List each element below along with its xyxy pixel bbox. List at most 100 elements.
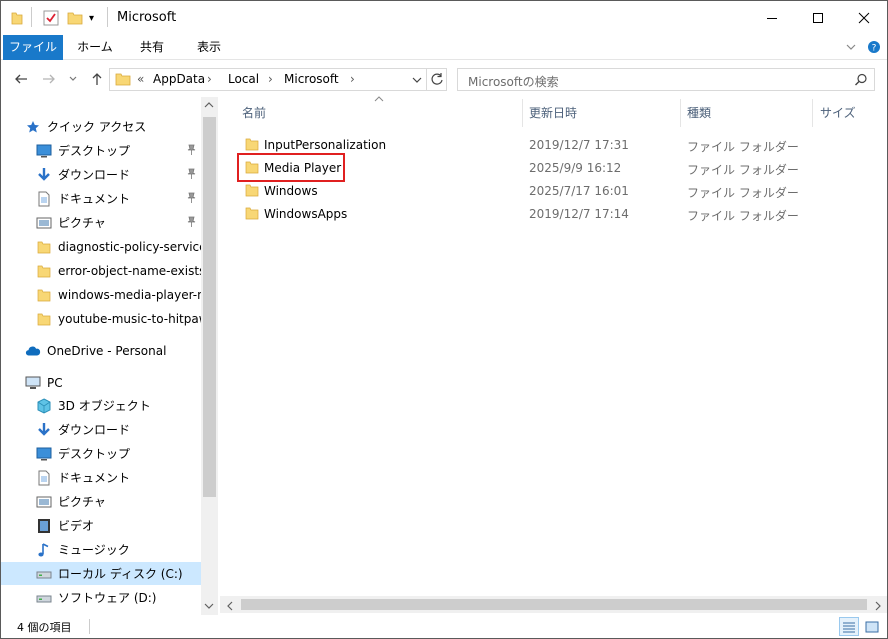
column-header-name[interactable]: 名前 [242, 101, 266, 126]
file-type: ファイル フォルダー [687, 163, 799, 177]
desktop-icon [36, 143, 52, 159]
search-input[interactable]: Microsoftの検索 [457, 68, 875, 91]
nav-pc-item[interactable]: デスクトップ [1, 442, 201, 465]
ribbon: ファイル ホーム 共有 表示 ? [1, 35, 887, 60]
file-name: WindowsApps [264, 207, 348, 221]
status-bar: 4 個の項目 [1, 615, 887, 638]
drive-icon [36, 566, 52, 582]
nav-item-label: ピクチャ [58, 216, 106, 230]
up-button[interactable] [87, 69, 107, 89]
nav-quick-item[interactable]: デスクトップ [1, 139, 201, 162]
close-button[interactable] [841, 1, 887, 35]
nav-quick-item[interactable]: youtube-music-to-hitpaw [1, 307, 201, 330]
nav-item-label: デスクトップ [58, 447, 131, 461]
column-header-type[interactable]: 種類 [687, 101, 711, 126]
nav-pc-item[interactable]: ソフトウェア (D:) [1, 586, 201, 609]
breadcrumb-local[interactable]: Local [228, 72, 259, 86]
document-icon [36, 470, 52, 486]
file-row[interactable]: WindowsApps 2019/12/7 17:14 ファイル フォルダー [238, 203, 799, 225]
divider [107, 7, 108, 27]
chevron-right-icon[interactable]: › [350, 72, 355, 86]
nav-quick-item[interactable]: diagnostic-policy-service [1, 235, 201, 258]
nav-quick-item[interactable]: ドキュメント [1, 187, 201, 210]
title-bar: ▾ Microsoft [1, 1, 887, 35]
recent-locations-icon[interactable] [63, 69, 83, 89]
chevron-right-icon[interactable]: › [207, 72, 212, 86]
nav-onedrive[interactable]: OneDrive - Personal [1, 339, 201, 362]
file-list: 名前 更新日時 種類 サイズ InputPersonalization 2019/… [220, 95, 887, 615]
nav-pc-item[interactable]: ローカル ディスク (C:) [1, 562, 201, 585]
address-bar[interactable]: « AppData › Local › Microsoft › [109, 68, 447, 91]
expand-ribbon-icon[interactable] [841, 35, 861, 60]
maximize-button[interactable] [795, 1, 841, 35]
column-divider[interactable] [812, 99, 813, 127]
scroll-up-icon[interactable] [204, 101, 214, 112]
navigation-bar: « AppData › Local › Microsoft › Microsof… [1, 61, 887, 97]
tab-home[interactable]: ホーム [67, 35, 123, 60]
music-icon [36, 542, 52, 558]
nav-pc-item[interactable]: ミュージック [1, 538, 201, 561]
tab-share[interactable]: 共有 [127, 35, 177, 60]
refresh-icon[interactable] [430, 72, 444, 89]
nav-quick-item[interactable]: ピクチャ [1, 211, 201, 234]
folder-icon [36, 263, 52, 279]
divider [426, 69, 427, 90]
scroll-down-icon[interactable] [204, 599, 214, 613]
forward-button[interactable] [39, 69, 59, 89]
video-icon [36, 518, 52, 534]
scroll-left-icon[interactable] [226, 600, 234, 614]
content-scroll-thumb[interactable] [241, 599, 867, 610]
nav-pc-item[interactable]: 3D オブジェクト [1, 394, 201, 417]
nav-pc[interactable]: PC [1, 371, 201, 394]
download-icon [36, 422, 52, 438]
search-placeholder: Microsoftの検索 [468, 75, 559, 89]
back-button[interactable] [11, 69, 31, 89]
nav-pc-item[interactable]: ピクチャ [1, 490, 201, 513]
file-name: InputPersonalization [264, 138, 387, 152]
nav-scroll-thumb[interactable] [203, 117, 216, 497]
nav-quick-item[interactable]: ダウンロード [1, 163, 201, 186]
nav-pc-item[interactable]: ダウンロード [1, 418, 201, 441]
nav-quick-item[interactable]: windows-media-player-n [1, 283, 201, 306]
tab-file[interactable]: ファイル [3, 35, 63, 60]
item-count: 4 個の項目 [17, 621, 72, 634]
nav-pc-item[interactable]: ビデオ [1, 514, 201, 537]
nav-item-label: PC [47, 375, 63, 390]
help-icon[interactable]: ? [865, 35, 883, 60]
column-divider[interactable] [680, 99, 681, 127]
column-header-size[interactable]: サイズ [820, 101, 856, 126]
file-row[interactable]: Windows 2025/7/17 16:01 ファイル フォルダー [238, 180, 799, 202]
nav-item-label: ドキュメント [58, 471, 131, 485]
nav-pc-item[interactable]: ドキュメント [1, 466, 201, 489]
folder-icon [245, 206, 259, 220]
properties-icon[interactable] [43, 9, 59, 27]
nav-item-label: ミュージック [58, 543, 130, 557]
scroll-right-icon[interactable] [874, 600, 882, 614]
customize-toolbar-icon[interactable]: ▾ [89, 9, 94, 27]
file-type: ファイル フォルダー [687, 209, 799, 223]
details-view-icon[interactable] [839, 617, 859, 636]
sort-ascending-icon [374, 95, 384, 105]
search-icon[interactable] [854, 73, 868, 90]
chevron-right-icon[interactable]: › [268, 72, 273, 86]
column-header-modified[interactable]: 更新日時 [529, 101, 577, 126]
breadcrumb-overflow[interactable]: « [137, 72, 144, 86]
nav-item-label: error-object-name-exists [58, 263, 201, 278]
explorer-window: ▾ Microsoft ファイル ホーム 共有 表示 ? « AppData ›… [0, 0, 888, 639]
column-divider[interactable] [522, 99, 523, 127]
breadcrumb-microsoft[interactable]: Microsoft [284, 72, 339, 86]
nav-item-label: OneDrive - Personal [47, 343, 167, 358]
new-folder-icon[interactable] [67, 9, 83, 27]
file-modified: 2019/12/7 17:31 [529, 138, 629, 152]
file-name: Windows [264, 184, 318, 198]
minimize-button[interactable] [749, 1, 795, 35]
large-icons-view-icon[interactable] [863, 618, 881, 635]
breadcrumb-appdata[interactable]: AppData [153, 72, 205, 86]
file-type: ファイル フォルダー [687, 140, 799, 154]
nav-quick-item[interactable]: error-object-name-exists [1, 259, 201, 282]
address-dropdown-icon[interactable] [412, 74, 422, 88]
tab-view[interactable]: 表示 [181, 35, 237, 60]
divider [31, 7, 32, 27]
nav-quick-access[interactable]: クイック アクセス [1, 115, 201, 138]
nav-item-label: ドキュメント [58, 192, 131, 206]
